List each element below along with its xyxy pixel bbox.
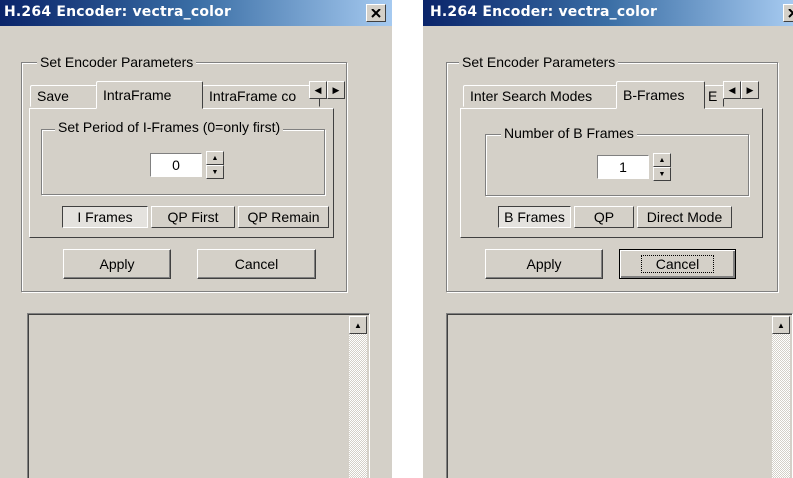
tab-panel: Number of B Frames 1 ▲ ▼ B Frames QP Dir… (460, 108, 763, 238)
spin-down-button[interactable]: ▼ (653, 167, 671, 181)
spin-down-button[interactable]: ▼ (206, 165, 224, 179)
tab-scroll-arrows: ◀ ▶ (309, 81, 345, 99)
tab-scroll-right-button[interactable]: ▶ (327, 81, 345, 99)
tab-save[interactable]: Save (30, 85, 97, 107)
tab-b-frames[interactable]: B-Frames (616, 81, 705, 109)
direct-mode-button[interactable]: Direct Mode (637, 206, 732, 228)
subpage-buttons: I Frames QP First QP Remain (62, 206, 329, 228)
window-title: H.264 Encoder: vectra_color (430, 4, 658, 20)
spin-up-button[interactable]: ▲ (206, 151, 224, 165)
spin-up-button[interactable]: ▲ (653, 153, 671, 167)
tab-scroll-arrows: ◀ ▶ (723, 81, 759, 99)
spin-down-icon: ▼ (658, 170, 666, 178)
b-frames-count-value[interactable]: 1 (597, 155, 649, 179)
tab-strip: Save IntraFrame IntraFrame co (30, 81, 355, 109)
close-icon (788, 8, 793, 18)
tab-scroll-left-button[interactable]: ◀ (723, 81, 741, 99)
title-bar[interactable]: H.264 Encoder: vectra_color (0, 0, 392, 26)
close-icon (371, 8, 381, 18)
cancel-button[interactable]: Cancel (197, 249, 316, 279)
scroll-up-icon: ▲ (354, 320, 362, 330)
tab-scroll-left-button[interactable]: ◀ (309, 81, 327, 99)
b-frames-count-spinner: ▲ ▼ (653, 153, 671, 181)
iframe-period-value[interactable]: 0 (150, 153, 202, 177)
b-frames-button[interactable]: B Frames (498, 206, 571, 228)
encoder-params-label: Set Encoder Parameters (459, 54, 619, 70)
apply-button[interactable]: Apply (485, 249, 603, 279)
log-output-area[interactable]: ▲ (446, 313, 793, 478)
scroll-up-icon: ▲ (777, 320, 785, 330)
close-button[interactable] (783, 4, 793, 22)
spin-down-icon: ▼ (211, 168, 219, 176)
window-border (423, 26, 427, 478)
cancel-button-label: Cancel (640, 255, 715, 273)
arrow-right-icon: ▶ (332, 84, 340, 95)
iframe-period-spinner: ▲ ▼ (206, 151, 224, 179)
log-scrollbar[interactable]: ▲ (349, 316, 367, 478)
tab-intraframe-co[interactable]: IntraFrame co (202, 85, 320, 107)
arrow-left-icon: ◀ (728, 84, 736, 95)
title-bar[interactable]: H.264 Encoder: vectra_color (423, 0, 793, 26)
arrow-left-icon: ◀ (314, 84, 322, 95)
arrow-right-icon: ▶ (746, 84, 754, 95)
tab-e[interactable]: E (704, 85, 724, 107)
spin-up-icon: ▲ (211, 154, 219, 162)
qp-button[interactable]: QP (574, 206, 634, 228)
log-output-area[interactable]: ▲ (27, 313, 370, 478)
scroll-up-button[interactable]: ▲ (772, 316, 790, 334)
encoder-window-right: H.264 Encoder: vectra_color Set Encoder … (423, 0, 793, 478)
iframes-button[interactable]: I Frames (62, 206, 148, 228)
b-frames-count-label: Number of B Frames (501, 125, 637, 141)
tab-intraframe[interactable]: IntraFrame (96, 81, 203, 109)
window-title: H.264 Encoder: vectra_color (4, 4, 232, 20)
apply-button[interactable]: Apply (63, 249, 171, 279)
qp-first-button[interactable]: QP First (151, 206, 235, 228)
scroll-up-button[interactable]: ▲ (349, 316, 367, 334)
close-button[interactable] (366, 4, 386, 22)
tab-inter-search-modes[interactable]: Inter Search Modes (463, 85, 617, 107)
tab-scroll-right-button[interactable]: ▶ (741, 81, 759, 99)
subpage-buttons: B Frames QP Direct Mode (498, 206, 732, 228)
log-scrollbar[interactable]: ▲ (772, 316, 790, 478)
cancel-button[interactable]: Cancel (619, 249, 736, 279)
qp-remain-button[interactable]: QP Remain (238, 206, 329, 228)
spin-up-icon: ▲ (658, 156, 666, 164)
encoder-params-label: Set Encoder Parameters (37, 54, 197, 70)
encoder-window-left: H.264 Encoder: vectra_color Set Encoder … (0, 0, 392, 478)
iframe-period-label: Set Period of I-Frames (0=only first) (55, 119, 284, 135)
tab-panel: Set Period of I-Frames (0=only first) 0 … (29, 108, 334, 238)
